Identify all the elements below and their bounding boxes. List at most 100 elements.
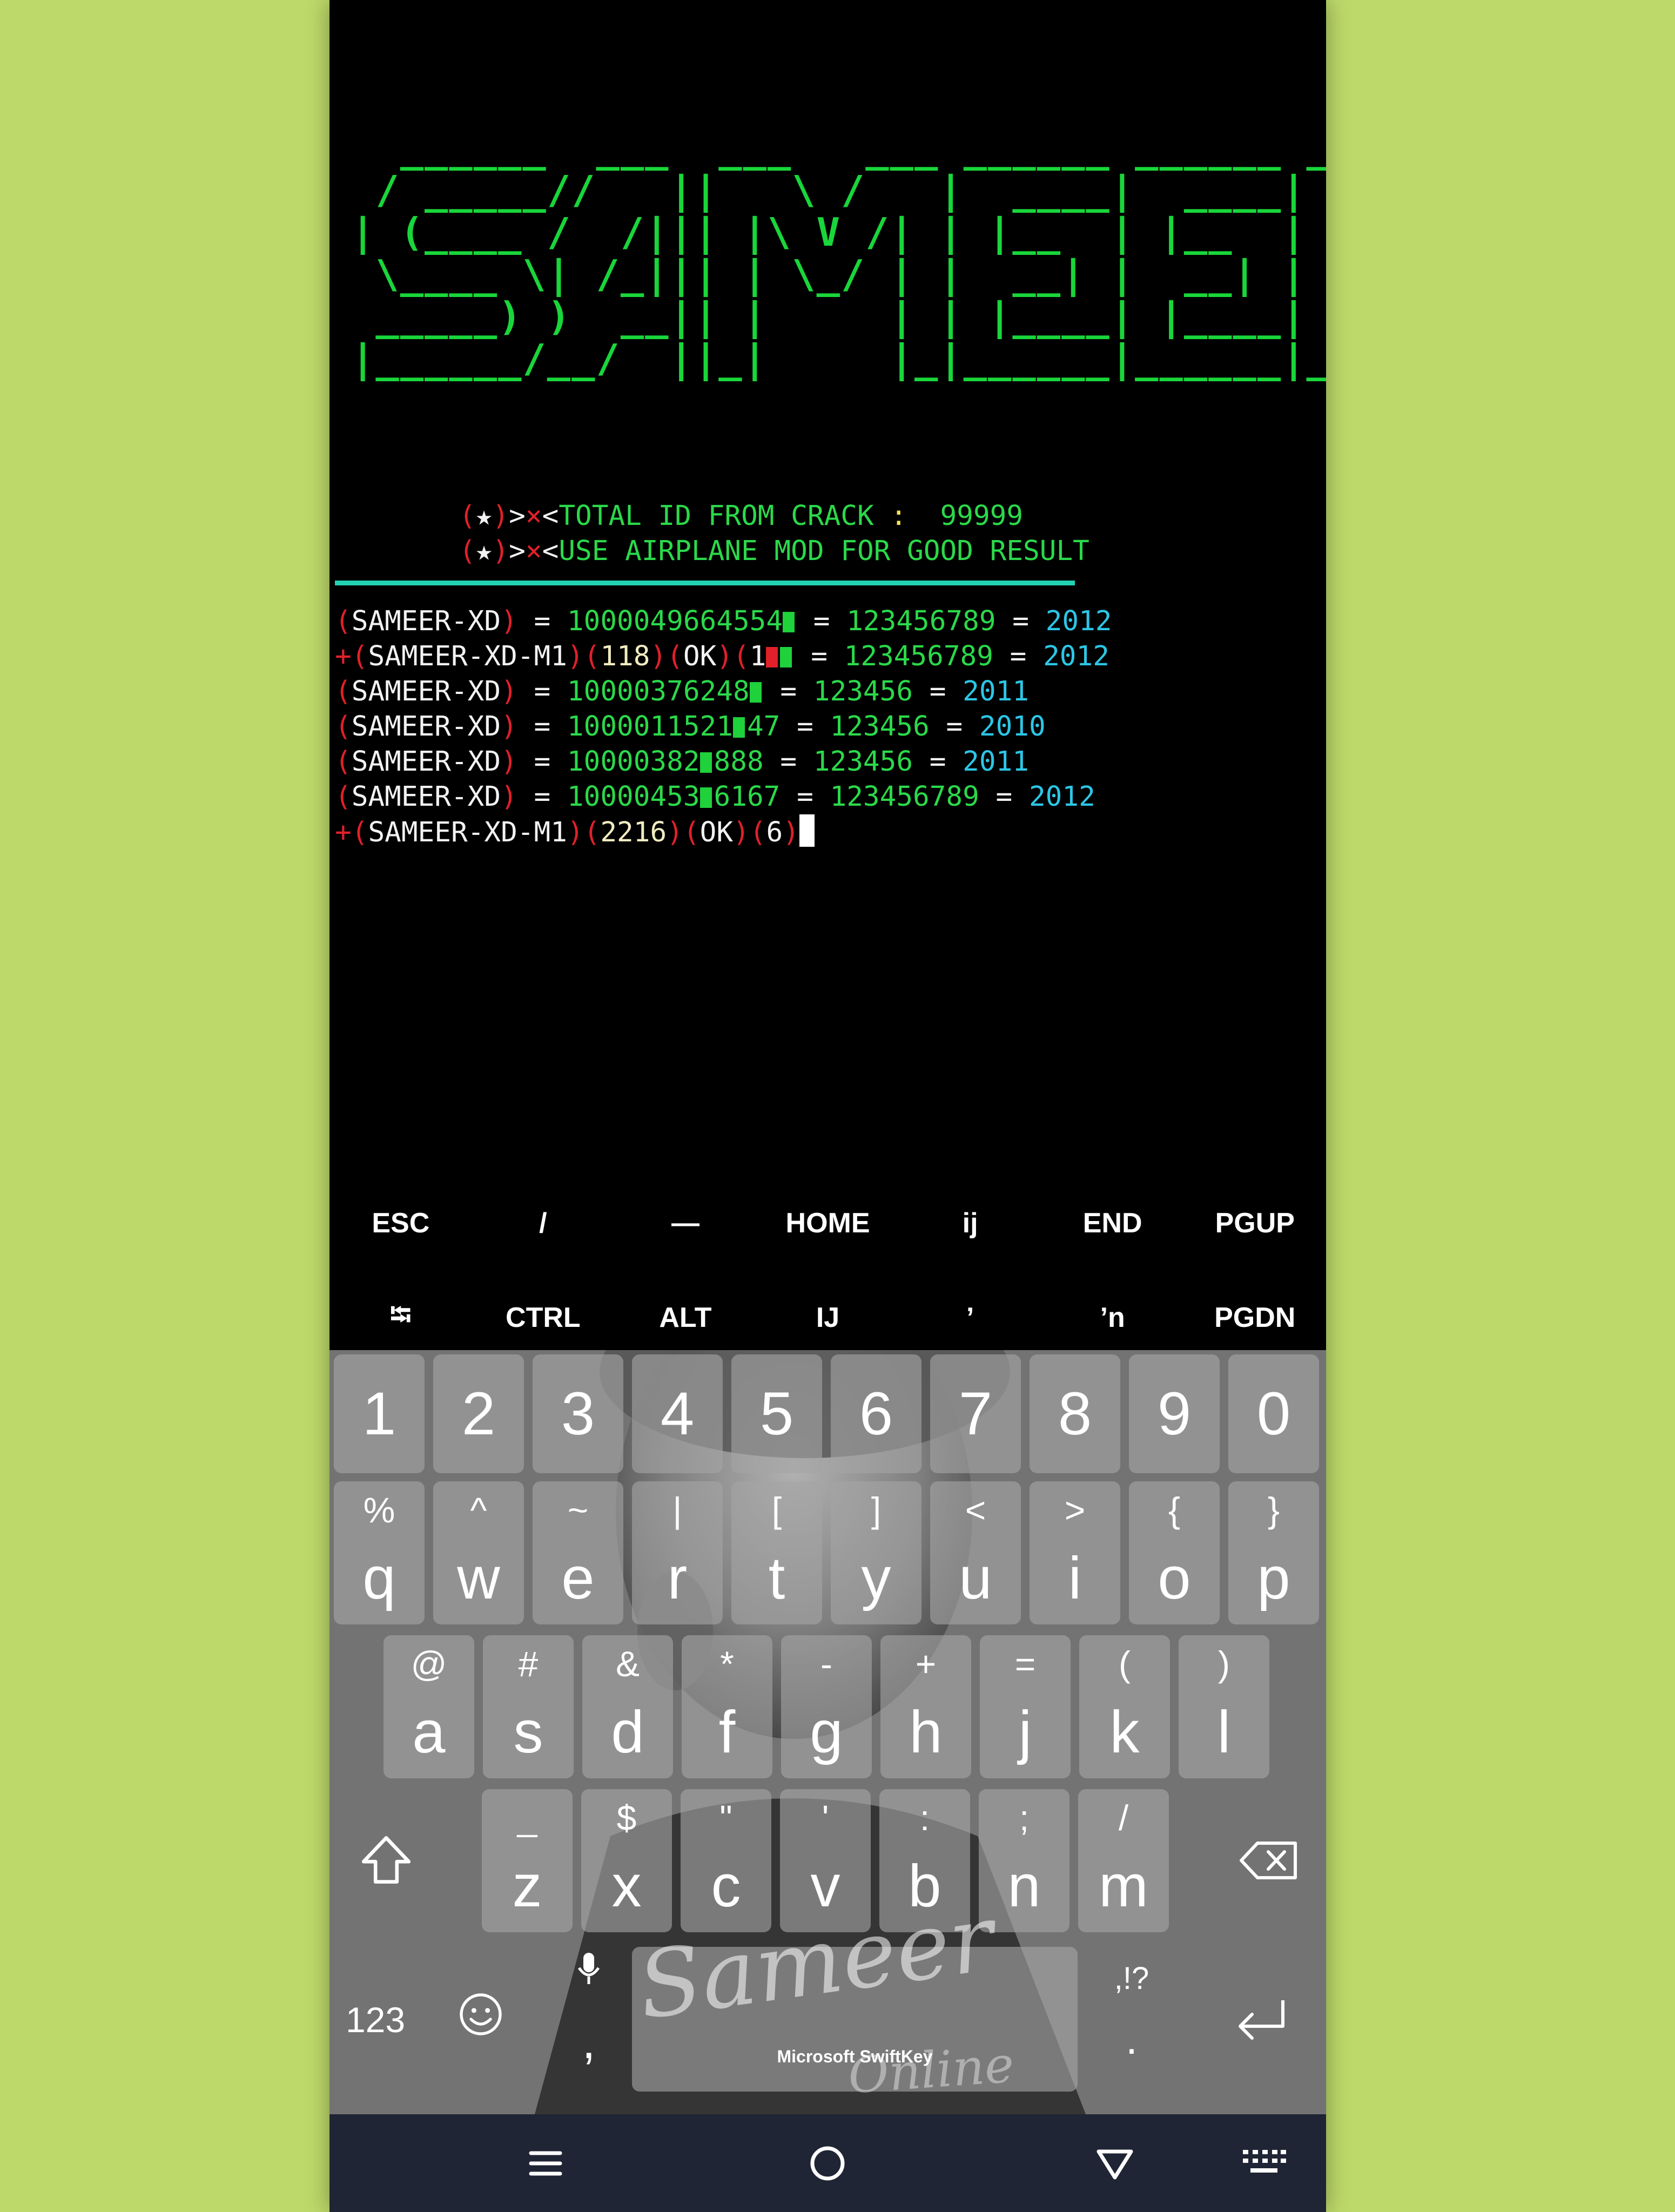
key-primary-label: o <box>1158 1545 1191 1611</box>
esc-key[interactable]: ESC <box>329 1177 472 1269</box>
key-z[interactable]: _ z <box>482 1789 573 1932</box>
log-pass: 123456789 <box>846 605 996 637</box>
text-segment: = <box>517 605 567 637</box>
log-year: 2011 <box>963 676 1029 707</box>
key-y[interactable]: ] y <box>831 1481 921 1624</box>
log-id: 1 <box>749 640 766 672</box>
key-j[interactable]: = j <box>980 1635 1071 1778</box>
text-segment: = <box>517 711 567 743</box>
key-o[interactable]: {o <box>1129 1481 1220 1624</box>
log-year: 2012 <box>1028 781 1095 813</box>
key-8[interactable]: 8 <box>1030 1354 1120 1473</box>
keyboard-switch-button[interactable] <box>1232 2114 1296 2212</box>
key-g[interactable]: -g <box>781 1635 872 1778</box>
key-i[interactable]: > i <box>1030 1481 1120 1624</box>
log-row: (SAMEER-XD) = 1000049664554 = 123456789 … <box>335 604 1112 639</box>
key-r[interactable]: | r <box>632 1481 723 1624</box>
key-primary-label: m <box>1099 1853 1148 1919</box>
ij-key[interactable]: ij <box>899 1177 1041 1269</box>
text-segment: = <box>517 781 567 813</box>
key-secondary-label: + <box>915 1644 937 1684</box>
key-m[interactable]: / m <box>1078 1789 1169 1932</box>
key-0[interactable]: 0 <box>1228 1354 1319 1473</box>
key-p[interactable]: } p <box>1228 1481 1319 1624</box>
log-tag: SAMEER-XD <box>351 711 501 743</box>
comma-key[interactable]: , <box>546 1950 632 2093</box>
text-segment: = <box>913 676 963 707</box>
menu-button[interactable] <box>513 2114 578 2212</box>
key-4[interactable]: 4 <box>632 1354 723 1473</box>
key-1[interactable]: 1 <box>334 1354 425 1473</box>
log-pass: 123456789 <box>830 781 979 813</box>
backspace-key[interactable] <box>1237 1833 1302 1887</box>
end-key[interactable]: END <box>1041 1177 1184 1269</box>
log-count: 118 <box>600 640 650 672</box>
key-d[interactable]: & d <box>582 1635 673 1778</box>
key-n[interactable]: ; n <box>979 1789 1069 1932</box>
key-primary-label: f <box>718 1699 736 1765</box>
key-primary-label: w <box>457 1545 500 1611</box>
key-f[interactable]: * f <box>682 1635 772 1778</box>
key-secondary-label: % <box>363 1490 395 1530</box>
text-segment: : <box>873 500 924 532</box>
key-2[interactable]: 2 <box>433 1354 524 1473</box>
key-secondary-label: ] <box>871 1490 882 1530</box>
key-secondary-label: | <box>672 1490 682 1530</box>
key-s[interactable]: # s <box>483 1635 574 1778</box>
home-key[interactable]: HOME <box>757 1177 899 1269</box>
key-secondary-label: - <box>820 1644 832 1684</box>
key-primary-label: x <box>611 1853 642 1919</box>
info-line: (★)>×<TOTAL ID FROM CRACK : 99999 <box>459 498 1089 534</box>
key-secondary-label: # <box>518 1644 539 1684</box>
key-secondary-label: ~ <box>567 1490 589 1530</box>
key-q[interactable]: % q <box>334 1481 425 1624</box>
punctuation-key[interactable]: ,!? . <box>1086 1955 1178 2090</box>
text-segment: = <box>797 605 847 637</box>
glitch-block <box>732 717 745 738</box>
key-e[interactable]: ~ e <box>533 1481 623 1624</box>
key-primary-label: h <box>909 1699 943 1765</box>
watermark-signature-sub: Online <box>846 2035 1016 2105</box>
text-segment: ) <box>650 640 667 672</box>
key-k[interactable]: (k <box>1079 1635 1170 1778</box>
key-x[interactable]: $ x <box>581 1789 672 1932</box>
key-primary-label: u <box>959 1545 992 1611</box>
key-secondary-label: { <box>1168 1490 1181 1530</box>
slash-key[interactable]: / <box>472 1177 615 1269</box>
glitch-block <box>749 682 762 703</box>
text-segment: = <box>763 746 813 778</box>
text-segment: = <box>794 640 844 672</box>
shift-key[interactable] <box>356 1831 416 1890</box>
symbols-key[interactable]: 123 <box>340 1993 411 2047</box>
key-a[interactable]: @ a <box>384 1635 474 1778</box>
key-c[interactable]: " c <box>681 1789 771 1932</box>
pgup-key[interactable]: PGUP <box>1183 1177 1326 1269</box>
dash-key[interactable]: — <box>614 1177 757 1269</box>
home-button[interactable] <box>795 2114 860 2212</box>
key-w[interactable]: ^ w <box>433 1481 524 1624</box>
text-segment: ) <box>716 640 734 672</box>
key-l[interactable]: ) l <box>1179 1635 1269 1778</box>
key-h[interactable]: + h <box>880 1635 971 1778</box>
enter-key[interactable] <box>1226 1993 1296 2052</box>
info-value: 99999 <box>923 500 1024 532</box>
key-6[interactable]: 6 <box>831 1354 921 1473</box>
back-button[interactable] <box>1082 2114 1147 2212</box>
plus-sign: + <box>335 640 352 672</box>
text-segment: = <box>763 676 813 707</box>
text-segment: > <box>509 535 526 567</box>
star-icon: ★ <box>475 500 493 532</box>
text-segment: ) <box>667 817 683 848</box>
key-primary-label: n <box>1007 1853 1041 1919</box>
key-secondary-label: * <box>720 1644 734 1684</box>
key-9[interactable]: 9 <box>1129 1354 1220 1473</box>
terminal-output[interactable]: ______ ___ ___ ___ ______ ______ _____ /… <box>329 0 1326 1172</box>
back-icon <box>1097 2149 1133 2179</box>
key-3[interactable]: 3 <box>533 1354 623 1473</box>
key-t[interactable]: [t <box>731 1481 822 1624</box>
key-primary-label: a <box>412 1699 446 1765</box>
key-7[interactable]: 7 <box>930 1354 1021 1473</box>
key-u[interactable]: < u <box>930 1481 1021 1624</box>
key-5[interactable]: 5 <box>731 1354 822 1473</box>
emoji-key[interactable] <box>451 1990 510 2049</box>
